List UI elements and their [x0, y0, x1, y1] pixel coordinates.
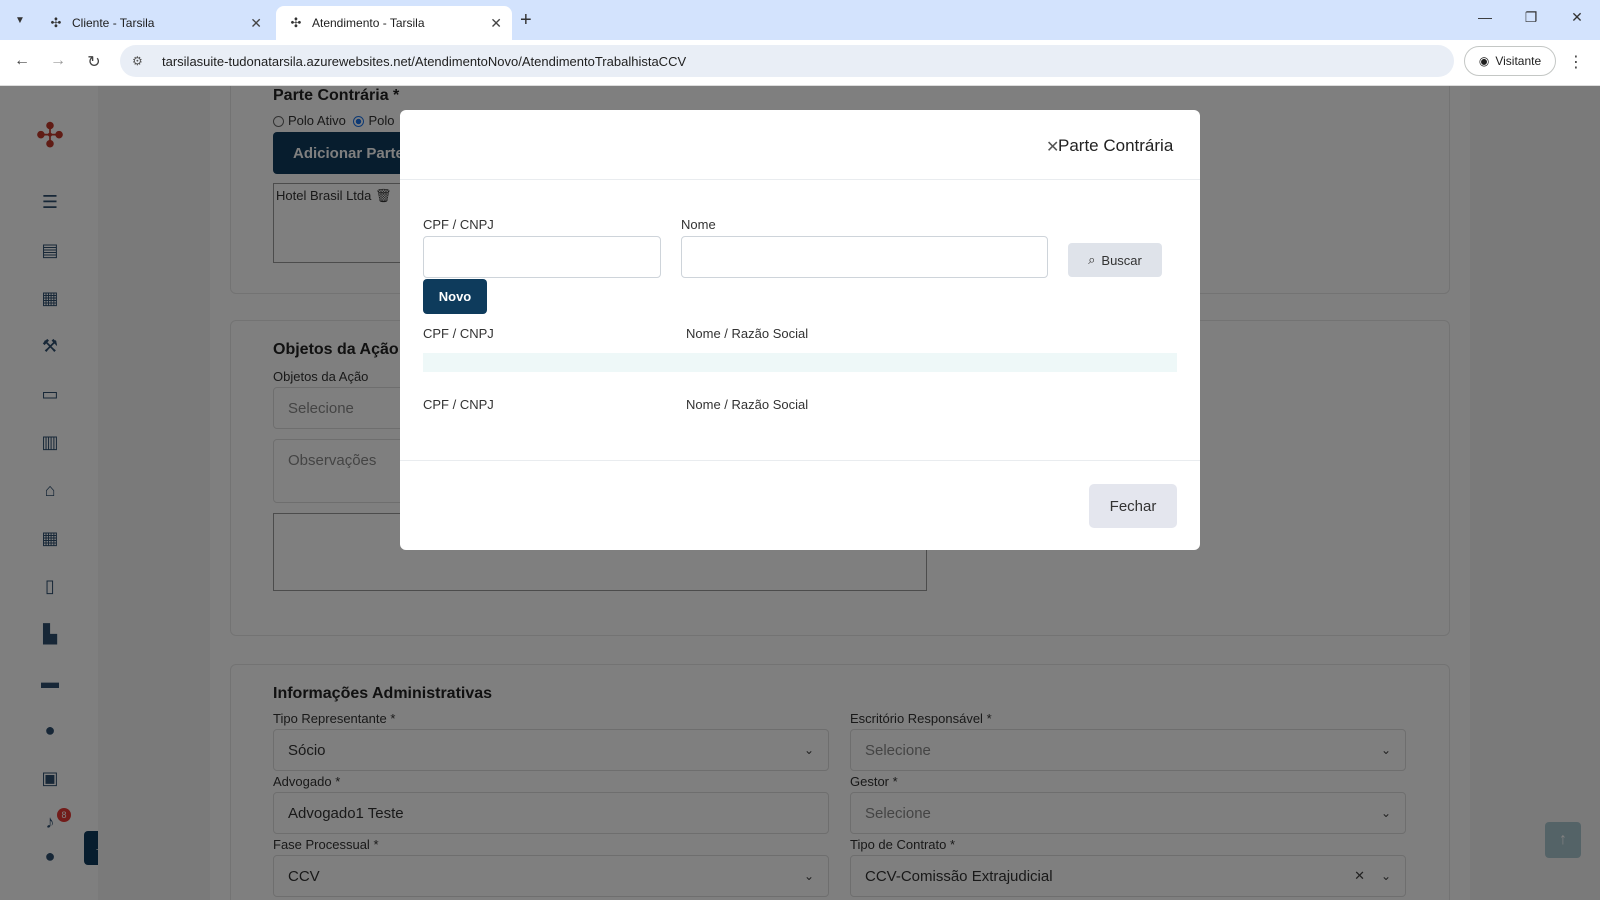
browser-toolbar: ← → ↻ ⚙ tarsilasuite-tudonatarsila.azure… [0, 40, 1600, 86]
cpf-cnpj-label: CPF / CNPJ [423, 217, 494, 232]
table-footer-cpf: CPF / CNPJ [423, 397, 494, 412]
profile-label: Visitante [1495, 54, 1542, 68]
forward-icon[interactable]: → [46, 52, 70, 70]
nome-input[interactable] [681, 236, 1048, 278]
close-window-icon[interactable]: ✕ [1562, 9, 1592, 26]
profile-icon: ◉ [1478, 54, 1490, 68]
tarsila-favicon-icon: ✣ [50, 15, 62, 30]
novo-button[interactable]: Novo [423, 279, 487, 314]
buscar-button[interactable]: ⌕ Buscar [1068, 243, 1162, 277]
nome-label: Nome [681, 217, 716, 232]
table-row [423, 353, 1177, 372]
modal-header: ✕ Parte Contrária [400, 110, 1200, 180]
browser-tab-bar: ▼ ✣ Cliente - Tarsila ✕ ✣ Atendimento - … [0, 0, 1600, 40]
fechar-button[interactable]: Fechar [1089, 484, 1177, 528]
address-bar[interactable]: ⚙ tarsilasuite-tudonatarsila.azurewebsit… [120, 45, 1454, 77]
browser-menu-icon[interactable]: ⋮ [1568, 52, 1584, 72]
minimize-icon[interactable]: — [1470, 9, 1500, 25]
url-text: tarsilasuite-tudonatarsila.azurewebsites… [162, 53, 687, 69]
modal-title: Parte Contrária [1058, 136, 1174, 155]
tab-search-icon[interactable]: ▼ [10, 10, 30, 30]
search-icon: ⌕ [1088, 252, 1096, 267]
close-tab-icon[interactable]: ✕ [490, 15, 502, 32]
browser-tab-cliente[interactable]: ✣ Cliente - Tarsila ✕ [36, 6, 272, 40]
site-settings-icon[interactable]: ⚙ [132, 54, 150, 68]
browser-tab-atendimento[interactable]: ✣ Atendimento - Tarsila ✕ [276, 6, 512, 40]
tab-title: Cliente - Tarsila [72, 16, 155, 30]
reload-icon[interactable]: ↻ [82, 52, 106, 72]
tab-title: Atendimento - Tarsila [312, 16, 425, 30]
tarsila-favicon-icon: ✣ [290, 15, 302, 30]
back-icon[interactable]: ← [10, 52, 34, 70]
close-tab-icon[interactable]: ✕ [250, 15, 262, 32]
profile-button[interactable]: ◉ Visitante [1464, 46, 1556, 76]
parte-contraria-modal: ✕ Parte Contrária CPF / CNPJ Nome ⌕ Busc… [400, 110, 1200, 550]
table-footer-nome: Nome / Razão Social [686, 397, 809, 412]
new-tab-icon[interactable]: + [520, 9, 532, 32]
table-header-cpf: CPF / CNPJ [423, 326, 494, 341]
cpf-cnpj-input[interactable] [423, 236, 661, 278]
restore-icon[interactable]: ❐ [1516, 9, 1546, 26]
table-header-nome: Nome / Razão Social [686, 326, 809, 341]
modal-footer-divider [400, 460, 1200, 461]
